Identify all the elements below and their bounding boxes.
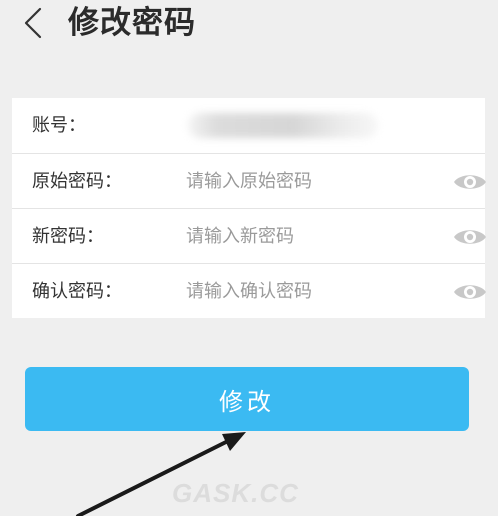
- confirm-password-input[interactable]: [186, 276, 426, 307]
- confirm-password-row: 确认密码：: [12, 263, 487, 319]
- chevron-left-icon: [24, 7, 42, 39]
- top-bar: 修改密码: [0, 0, 498, 48]
- page-title: 修改密码: [68, 5, 196, 41]
- old-password-input[interactable]: [186, 166, 426, 197]
- account-label: 账号：: [32, 115, 86, 136]
- confirm-password-label: 确认密码：: [32, 281, 122, 302]
- back-button[interactable]: [18, 6, 52, 40]
- old-password-row: 原始密码：: [12, 153, 487, 209]
- old-password-visibility-toggle[interactable]: [453, 172, 487, 192]
- eye-icon: [454, 285, 486, 299]
- old-password-label: 原始密码：: [32, 171, 122, 192]
- new-password-input[interactable]: [186, 221, 426, 252]
- submit-button[interactable]: 修改: [25, 367, 469, 431]
- watermark: GASK.CC: [172, 478, 299, 508]
- password-form: 账号： 原始密码： 新密码： 确认密码：: [12, 98, 487, 319]
- eye-icon: [454, 230, 486, 244]
- account-value-blurred: [188, 113, 378, 138]
- new-password-visibility-toggle[interactable]: [453, 227, 487, 247]
- new-password-row: 新密码：: [12, 208, 487, 264]
- new-password-label: 新密码：: [32, 226, 104, 247]
- eye-icon: [454, 175, 486, 189]
- account-row: 账号：: [12, 98, 485, 153]
- confirm-password-visibility-toggle[interactable]: [453, 282, 487, 302]
